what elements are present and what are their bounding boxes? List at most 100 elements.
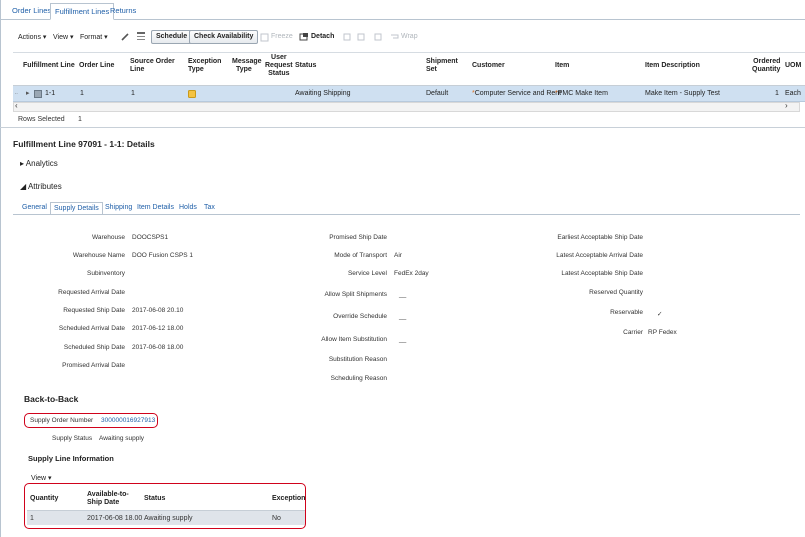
rows-selected-value: 1: [78, 116, 82, 123]
earliest-acceptable-ship-date-label: Earliest Acceptable Ship Date: [557, 234, 643, 241]
item-cell: *PMC Make Item: [555, 90, 608, 97]
customer-cell: *Computer Service and Rent: [472, 90, 562, 97]
analytics-disclosure[interactable]: ▸ Analytics: [20, 159, 58, 168]
scheduled-ship-date-value: 2017-06-08 18.00: [132, 344, 184, 351]
reservable-label: Reservable: [610, 309, 643, 316]
col-message-type[interactable]: Message Type: [232, 58, 262, 74]
supply-order-number-link[interactable]: 300000016927913: [101, 417, 155, 424]
rows-selected-label: Rows Selected: [18, 116, 65, 123]
scroll-left-icon[interactable]: ‹: [15, 101, 18, 110]
line-type-icon: [34, 90, 42, 98]
warehouse-name-label: Warehouse Name: [72, 252, 125, 259]
detach-button[interactable]: Detach: [311, 33, 334, 40]
wrap-icon: [391, 34, 399, 39]
override-schedule-checkbox[interactable]: __: [399, 313, 406, 320]
source-order-line-cell: 1: [131, 90, 135, 97]
collapsed-triangle-icon: ▸: [20, 159, 25, 168]
warehouse-name-value: DOO Fusion CSPS 1: [132, 252, 194, 259]
supply-view-menu[interactable]: View ▾: [31, 474, 52, 482]
query-by-example-icon[interactable]: [136, 31, 147, 42]
row-handle-icon: ..: [15, 90, 18, 96]
view-menu[interactable]: View ▾: [53, 33, 74, 41]
supply-line-highlight: [24, 483, 306, 529]
back-to-back-title: Back-to-Back: [24, 394, 79, 404]
move-down-icon[interactable]: [356, 32, 366, 42]
attributes-disclosure[interactable]: ◢ Attributes: [20, 182, 62, 191]
scheduled-ship-date-label: Scheduled Ship Date: [63, 344, 125, 351]
requested-ship-date-label: Requested Ship Date: [63, 307, 125, 314]
format-menu[interactable]: Format ▾: [80, 33, 108, 41]
left-border: [0, 0, 1, 537]
col-status[interactable]: Status: [295, 62, 316, 70]
warehouse-label: Warehouse: [92, 234, 125, 241]
mode-of-transport-value: Air: [394, 252, 402, 259]
col-customer[interactable]: Customer: [472, 62, 505, 70]
latest-acceptable-ship-date-label: Latest Acceptable Ship Date: [561, 270, 643, 277]
promised-ship-date-label: Promised Ship Date: [329, 234, 387, 241]
requested-ship-date-value: 2017-06-08 20.10: [132, 307, 184, 314]
ordered-quantity-cell: 1: [775, 90, 779, 97]
uom-cell: Each: [785, 90, 801, 97]
order-line-cell: 1: [80, 90, 84, 97]
reservable-checkmark-icon: ✓: [657, 311, 663, 318]
shipment-set-cell: Default: [426, 90, 449, 97]
horizontal-scrollbar[interactable]: [13, 102, 800, 112]
scroll-right-icon[interactable]: ›: [785, 101, 788, 110]
tab-returns[interactable]: Returns: [106, 3, 140, 20]
col-user-request-status[interactable]: User Request Status: [265, 54, 293, 78]
reserved-quantity-label: Reserved Quantity: [589, 289, 643, 296]
detach-icon: [299, 33, 308, 41]
col-uom[interactable]: UOM: [785, 62, 801, 70]
substitution-reason-label: Substitution Reason: [328, 356, 387, 363]
carrier-label: Carrier: [623, 329, 643, 336]
exception-warning-icon[interactable]: [188, 90, 196, 98]
col-ordered-quantity[interactable]: Ordered Quantity: [752, 58, 780, 74]
allow-split-shipments-label: Allow Split Shipments: [324, 291, 388, 298]
scheduled-arrival-date-value: 2017-06-12 18.00: [132, 325, 184, 332]
service-level-label: Service Level: [347, 270, 387, 277]
promised-arrival-date-label: Promised Arrival Date: [62, 362, 125, 369]
freeze-button[interactable]: Freeze: [271, 33, 293, 40]
mode-of-transport-label: Mode of Transport: [334, 252, 387, 259]
tab-fulfillment-lines[interactable]: Fulfillment Lines: [50, 3, 115, 20]
schedule-button[interactable]: Schedule: [151, 30, 193, 44]
details-title: Fulfillment Line 97091 - 1-1: Details: [13, 139, 155, 149]
allow-item-substitution-checkbox[interactable]: __: [399, 336, 406, 343]
requested-arrival-date-label: Requested Arrival Date: [58, 289, 125, 296]
expand-icon[interactable]: [373, 32, 383, 42]
allow-split-shipments-checkbox[interactable]: __: [399, 291, 406, 298]
supply-status-label: Supply Status: [52, 435, 93, 442]
supply-line-information-title: Supply Line Information: [28, 454, 114, 463]
freeze-icon: [260, 33, 269, 42]
tab-order-lines[interactable]: Order Lines: [8, 3, 55, 20]
col-source-order-line[interactable]: Source Order Line: [130, 58, 175, 74]
check-availability-button[interactable]: Check Availability: [189, 30, 259, 44]
allow-item-substitution-label: Allow Item Substitution: [321, 336, 387, 343]
col-fulfillment-line[interactable]: Fulfillment Line: [23, 62, 75, 70]
expand-row-icon[interactable]: ▸: [26, 89, 30, 97]
edit-pencil-icon[interactable]: [120, 32, 130, 42]
actions-menu[interactable]: Actions ▾: [18, 33, 46, 41]
scheduling-reason-label: Scheduling Reason: [330, 375, 387, 382]
item-description-cell: Make Item - Supply Test: [645, 90, 720, 97]
subinventory-label: Subinventory: [87, 270, 125, 277]
move-up-icon[interactable]: [342, 32, 352, 42]
col-shipment-set[interactable]: Shipment Set: [426, 58, 458, 74]
supply-order-number-label: Supply Order Number: [30, 417, 94, 424]
col-exception-type[interactable]: Exception Type: [188, 58, 221, 74]
override-schedule-label: Override Schedule: [333, 313, 387, 320]
expanded-triangle-icon: ◢: [20, 182, 27, 191]
supply-status-value: Awaiting supply: [99, 435, 145, 442]
col-order-line[interactable]: Order Line: [79, 62, 114, 70]
wrap-button[interactable]: Wrap: [401, 33, 418, 40]
carrier-value: RP Fedex: [648, 329, 677, 336]
divider: [0, 127, 805, 128]
scheduled-arrival-date-label: Scheduled Arrival Date: [58, 325, 125, 332]
fulfillment-line-link[interactable]: 1-1: [45, 90, 55, 97]
status-cell: Awaiting Shipping: [295, 90, 351, 97]
latest-acceptable-arrival-date-label: Latest Acceptable Arrival Date: [556, 252, 643, 259]
warehouse-value: DOOCSPS1: [132, 234, 169, 241]
service-level-value: FedEx 2day: [394, 270, 429, 277]
col-item-description[interactable]: Item Description: [645, 62, 700, 70]
col-item[interactable]: Item: [555, 62, 569, 70]
